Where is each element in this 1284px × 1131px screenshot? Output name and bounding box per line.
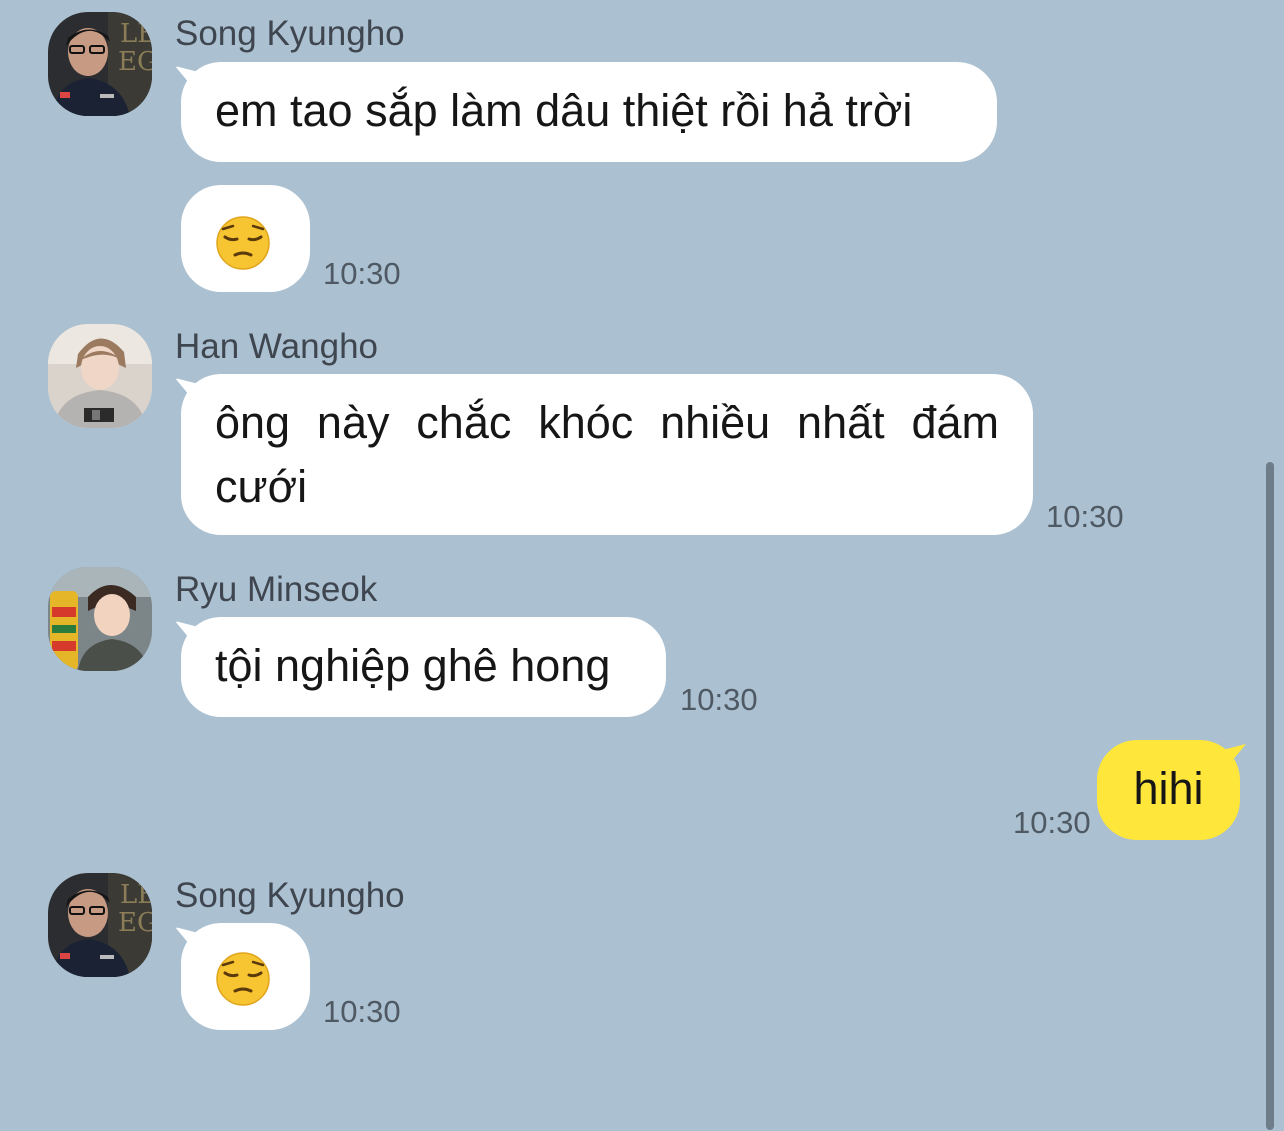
svg-text:LEA: LEA	[120, 19, 152, 49]
svg-text:EGI: EGI	[118, 47, 152, 77]
message-text: em tao sắp làm dâu thiệt rồi hả trời	[215, 85, 913, 136]
svg-text:LEA: LEA	[120, 880, 152, 910]
avatar-image: LEA EGI	[48, 873, 152, 977]
message-text: hihi	[1133, 763, 1204, 814]
message-time: 10:30	[323, 994, 401, 1029]
message-time: 10:30	[680, 682, 758, 717]
emoji-message-bubble[interactable]	[181, 923, 310, 1030]
sender-name: Ryu Minseok	[175, 570, 378, 609]
message-time: 10:30	[323, 256, 401, 291]
message-bubble[interactable]: em tao sắp làm dâu thiệt rồi hả trời	[181, 62, 997, 162]
avatar-image: LEA EGI	[48, 12, 152, 116]
avatar-song-kyungho[interactable]: LEA EGI	[48, 12, 152, 116]
avatar-song-kyungho[interactable]: LEA EGI	[48, 873, 152, 977]
avatar-ryu-minseok[interactable]	[48, 567, 152, 671]
svg-text:EGI: EGI	[118, 908, 152, 938]
pensive-emoji-icon	[216, 216, 270, 270]
scrollbar[interactable]	[1266, 462, 1274, 1130]
sender-name: Song Kyungho	[175, 876, 405, 915]
message-time: 10:30	[1013, 805, 1091, 840]
chat-window: LEA EGI Song Kyungho em tao sắp làm dâu …	[0, 0, 1284, 1131]
message-time: 10:30	[1046, 499, 1124, 534]
pensive-emoji-icon	[216, 952, 270, 1006]
avatar-han-wangho[interactable]	[48, 324, 152, 428]
emoji-message-bubble[interactable]	[181, 185, 310, 292]
avatar-image	[48, 324, 152, 428]
message-bubble[interactable]: tội nghiệp ghê hong	[181, 617, 666, 717]
sender-name: Song Kyungho	[175, 14, 405, 53]
sender-name: Han Wangho	[175, 327, 378, 366]
message-bubble[interactable]: ông này chắc khóc nhiều nhất đám cưới	[181, 374, 1033, 535]
message-text: tội nghiệp ghê hong	[215, 640, 611, 691]
message-text: ông này chắc khóc nhiều nhất đám cưới	[215, 397, 999, 512]
avatar-image	[48, 567, 152, 671]
outgoing-message-bubble[interactable]: hihi	[1097, 740, 1240, 840]
